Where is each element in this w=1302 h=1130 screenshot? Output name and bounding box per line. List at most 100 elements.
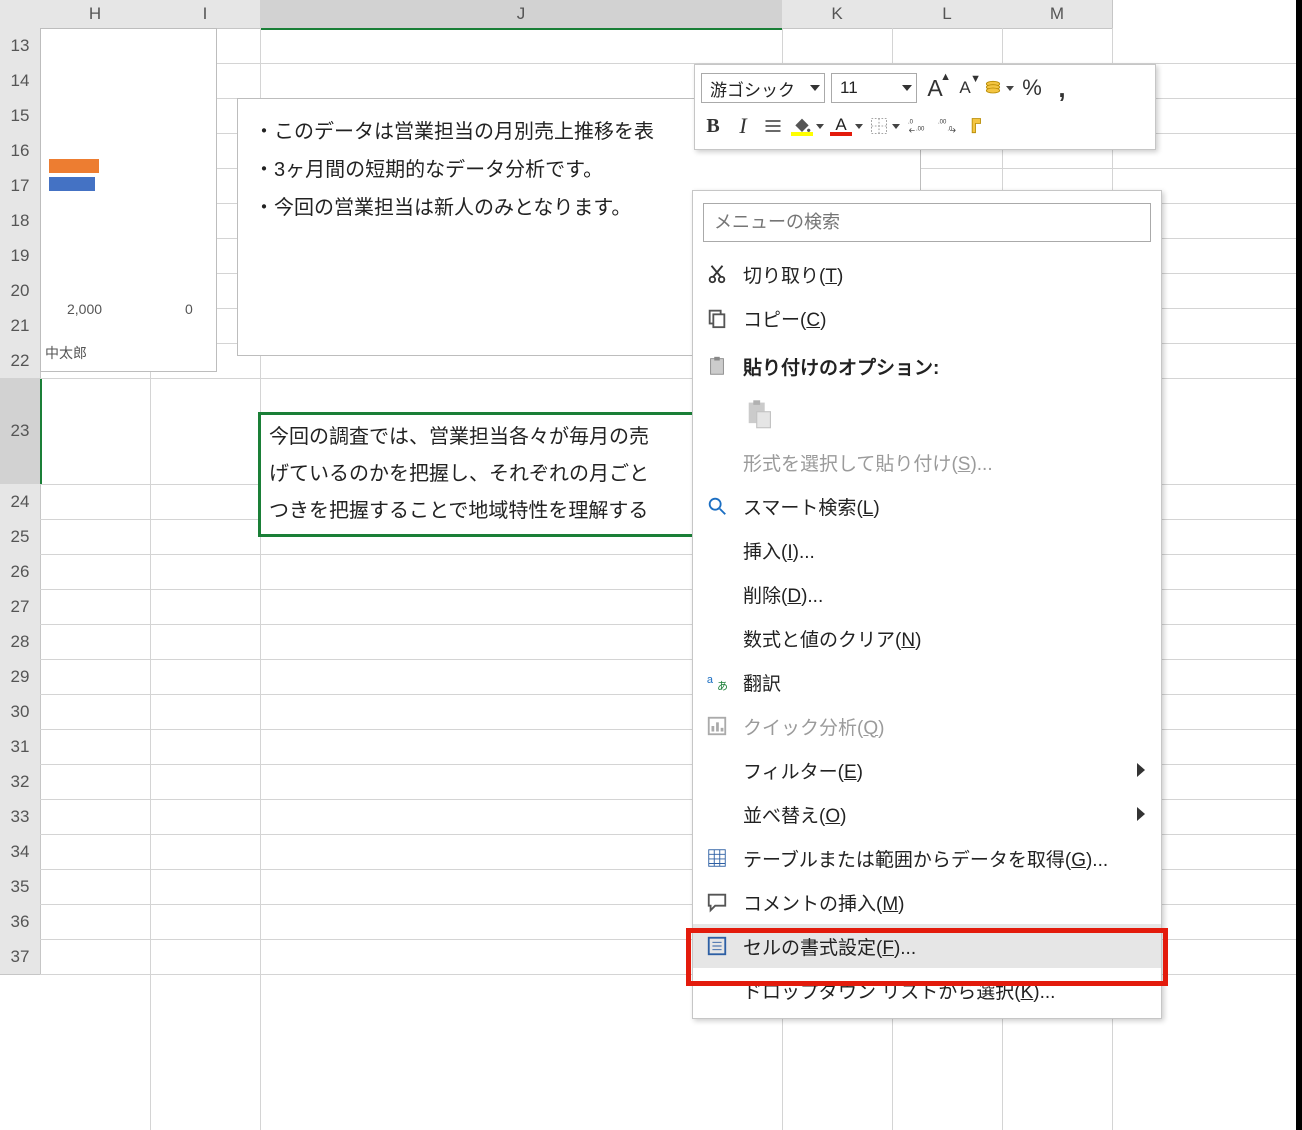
row-header[interactable]: 23 xyxy=(0,378,42,485)
row-header[interactable]: 22 xyxy=(0,343,41,379)
comma-format-button[interactable]: , xyxy=(1050,74,1074,102)
row-header[interactable]: 33 xyxy=(0,799,41,835)
chart-bar-blue xyxy=(49,177,95,191)
context-menu: 切り取り(T) コピー(C) 貼り付けのオプション: 形式を選択して貼り付け(S… xyxy=(692,190,1162,1019)
svg-text:a: a xyxy=(707,674,714,686)
menu-label: クイック分析(Q) xyxy=(743,713,884,740)
row-header[interactable]: 24 xyxy=(0,484,41,520)
note-line: ・3ヶ月間の短期的なデータ分析です。 xyxy=(254,151,904,189)
fill-color-button[interactable] xyxy=(791,112,824,140)
paintbrush-icon xyxy=(968,116,988,136)
bold-button[interactable]: B xyxy=(701,112,725,140)
row-header[interactable]: 19 xyxy=(0,238,41,274)
row-header[interactable]: 13 xyxy=(0,28,41,64)
row-header[interactable]: 34 xyxy=(0,834,41,870)
menu-item-get-data[interactable]: テーブルまたは範囲からデータを取得(G)... xyxy=(693,836,1161,880)
column-header[interactable]: L xyxy=(892,0,1003,29)
align-icon xyxy=(763,116,783,136)
row-header[interactable]: 26 xyxy=(0,554,41,590)
column-header[interactable]: J xyxy=(260,0,783,30)
mini-toolbar: 游ゴシック 11 A▲ A▼ % , B I xyxy=(694,64,1156,150)
menu-item-paste-special: 形式を選択して貼り付け(S)... xyxy=(693,440,1161,484)
svg-text:.0: .0 xyxy=(947,126,953,132)
menu-item-cut[interactable]: 切り取り(T) xyxy=(693,252,1161,296)
decrease-decimal-button[interactable]: .00.0 xyxy=(936,112,960,140)
increase-decimal-button[interactable]: .0.00 xyxy=(906,112,930,140)
menu-label: 数式と値のクリア(N) xyxy=(743,625,921,652)
chart-axis-label: 0 xyxy=(185,301,193,317)
column-header[interactable]: K xyxy=(782,0,893,29)
menu-item-insert[interactable]: 挿入(I)... xyxy=(693,528,1161,572)
row-header[interactable]: 36 xyxy=(0,904,41,940)
increase-font-size-button[interactable]: A▲ xyxy=(923,74,947,102)
decrease-font-size-button[interactable]: A▼ xyxy=(953,74,977,102)
column-header[interactable]: I xyxy=(150,0,261,29)
menu-search-container xyxy=(703,203,1151,242)
font-name-select[interactable]: 游ゴシック xyxy=(701,73,825,103)
borders-icon xyxy=(869,116,889,136)
copy-icon xyxy=(705,307,729,329)
menu-item-filter[interactable]: フィルター(E) xyxy=(693,748,1161,792)
font-size-value: 11 xyxy=(840,78,858,98)
percent-format-button[interactable]: % xyxy=(1020,74,1044,102)
clipboard-icon xyxy=(705,355,729,377)
row-header[interactable]: 27 xyxy=(0,589,41,625)
column-header[interactable]: M xyxy=(1002,0,1113,29)
menu-label: コピー(C) xyxy=(743,305,826,332)
menu-item-clear-contents[interactable]: 数式と値のクリア(N) xyxy=(693,616,1161,660)
row-header[interactable]: 37 xyxy=(0,939,41,975)
row-header[interactable]: 32 xyxy=(0,764,41,800)
row-header[interactable]: 31 xyxy=(0,729,41,765)
italic-button[interactable]: I xyxy=(731,112,755,140)
accounting-format-button[interactable] xyxy=(983,74,1014,102)
row-header[interactable]: 21 xyxy=(0,308,41,344)
row-header[interactable]: 28 xyxy=(0,624,41,660)
menu-item-insert-comment[interactable]: コメントの挿入(M) xyxy=(693,880,1161,924)
menu-item-smart-lookup[interactable]: スマート検索(L) xyxy=(693,484,1161,528)
right-edge-strip xyxy=(1296,0,1302,1130)
row-header[interactable]: 25 xyxy=(0,519,41,555)
chart-axis-label: 2,000 xyxy=(67,301,102,317)
search-icon xyxy=(705,495,729,517)
row-header[interactable]: 17 xyxy=(0,168,41,204)
font-size-select[interactable]: 11 xyxy=(831,73,917,103)
menu-label: 切り取り(T) xyxy=(743,261,843,288)
row-header[interactable]: 14 xyxy=(0,63,41,99)
chart-fragment[interactable]: 2,000 0 中太郎 xyxy=(40,28,217,372)
menu-item-sort[interactable]: 並べ替え(O) xyxy=(693,792,1161,836)
row-header[interactable]: 16 xyxy=(0,133,41,169)
row-header[interactable]: 15 xyxy=(0,98,41,134)
font-color-button[interactable]: A xyxy=(830,112,863,140)
menu-search-input[interactable] xyxy=(703,203,1151,242)
scissors-icon xyxy=(705,263,729,285)
increase-decimal-icon: .0.00 xyxy=(908,116,928,136)
column-header[interactable]: H xyxy=(40,0,151,29)
menu-label: 翻訳 xyxy=(743,669,781,696)
table-icon xyxy=(705,847,729,869)
submenu-arrow-icon xyxy=(1137,763,1145,777)
menu-item-copy[interactable]: コピー(C) xyxy=(693,296,1161,340)
borders-button[interactable] xyxy=(869,112,900,140)
quick-analysis-icon xyxy=(705,715,729,737)
paste-options-row xyxy=(693,392,1161,440)
font-name-value: 游ゴシック xyxy=(710,76,795,101)
menu-label: フィルター(E) xyxy=(743,757,863,784)
row-header[interactable]: 35 xyxy=(0,869,41,905)
align-button[interactable] xyxy=(761,112,785,140)
menu-label: スマート検索(L) xyxy=(743,493,880,520)
format-painter-button[interactable] xyxy=(966,112,990,140)
format-cells-icon xyxy=(705,935,729,957)
menu-item-format-cells[interactable]: セルの書式設定(F)... xyxy=(693,924,1161,968)
coins-icon xyxy=(983,78,1003,98)
select-all-corner[interactable] xyxy=(0,0,41,29)
row-header[interactable]: 29 xyxy=(0,659,41,695)
row-header[interactable]: 18 xyxy=(0,203,41,239)
svg-text:.00: .00 xyxy=(916,126,925,132)
row-header[interactable]: 20 xyxy=(0,273,41,309)
menu-item-dropdown-list[interactable]: ドロップダウン リストから選択(K)... xyxy=(693,968,1161,1012)
menu-item-translate[interactable]: aあ 翻訳 xyxy=(693,660,1161,704)
menu-label: コメントの挿入(M) xyxy=(743,889,905,916)
menu-item-delete[interactable]: 削除(D)... xyxy=(693,572,1161,616)
paste-options-label: 貼り付けのオプション: xyxy=(693,340,1161,392)
row-header[interactable]: 30 xyxy=(0,694,41,730)
